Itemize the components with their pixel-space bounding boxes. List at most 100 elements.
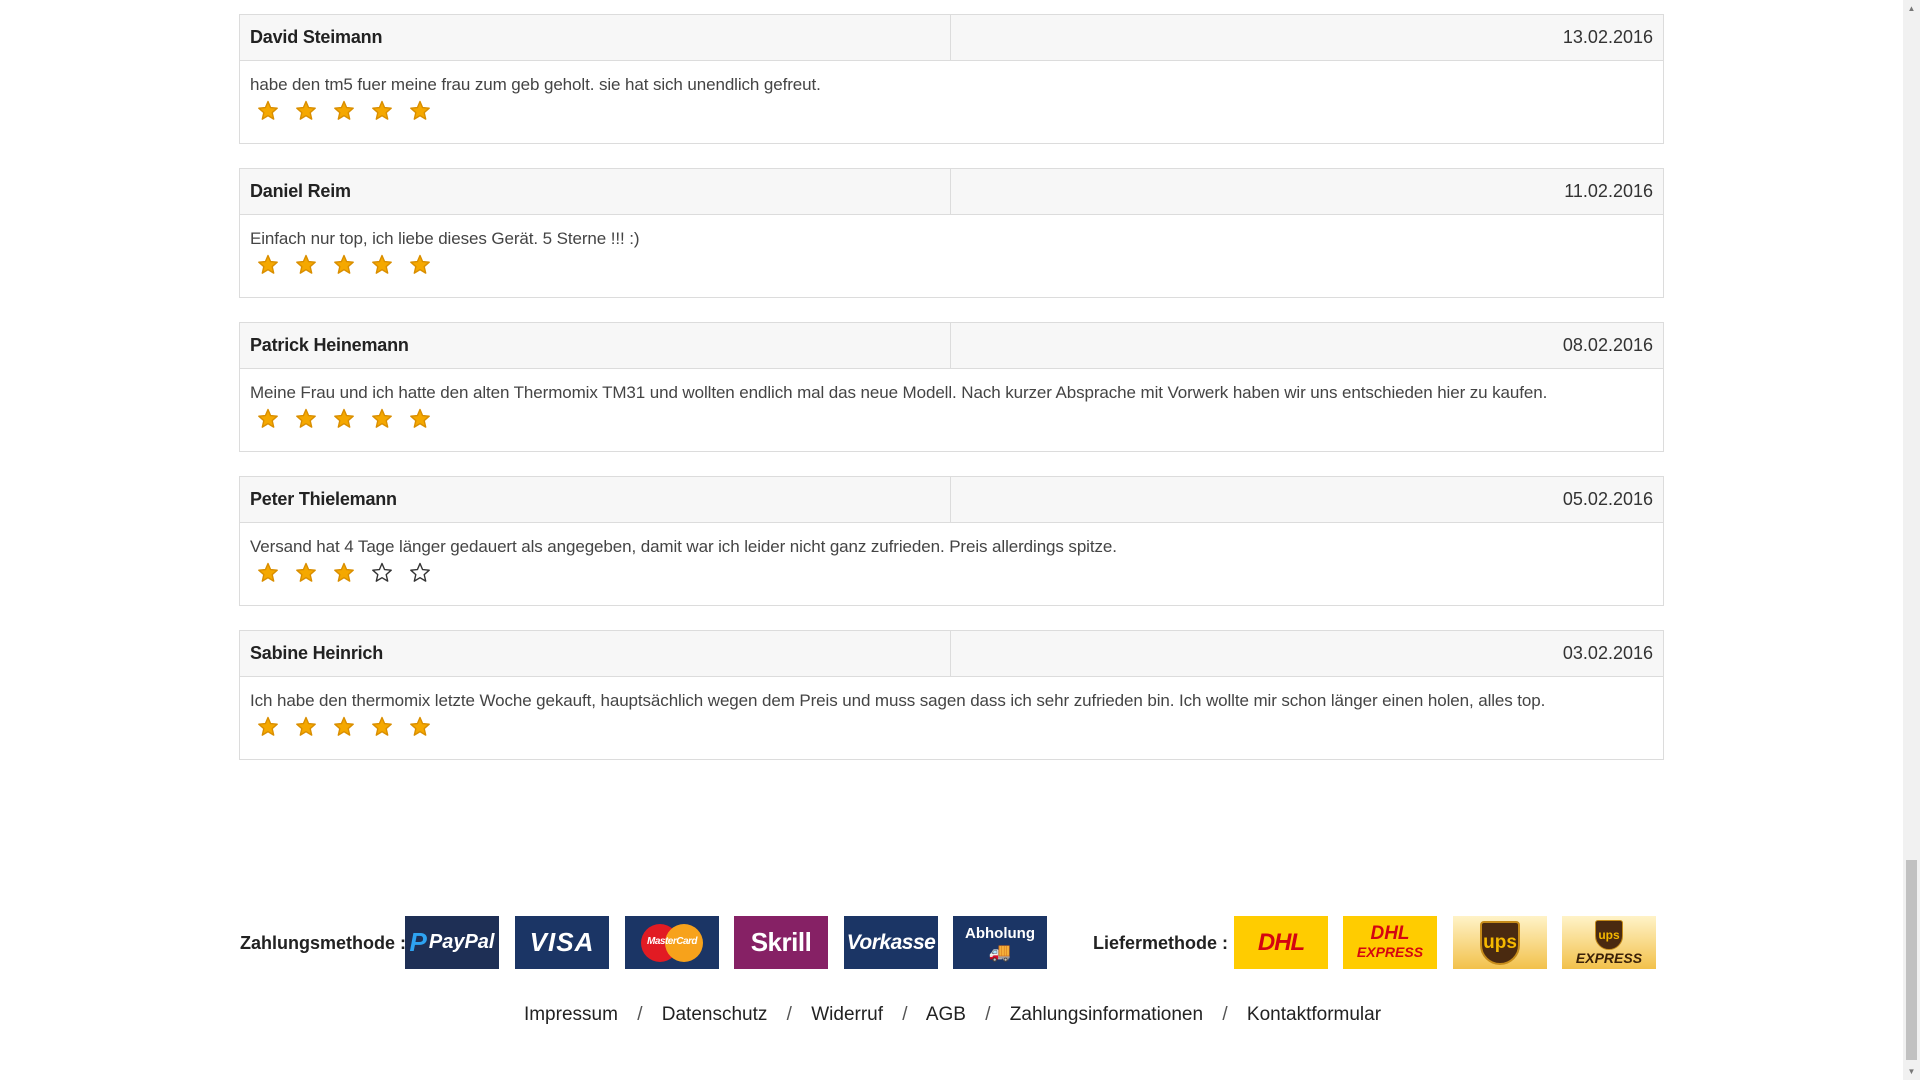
star-filled-icon xyxy=(332,253,356,277)
star-filled-icon xyxy=(370,99,394,123)
star-empty-icon xyxy=(408,561,432,585)
review-author: Peter Thielemann xyxy=(240,477,951,522)
review-text: Ich habe den thermomix letzte Woche geka… xyxy=(250,691,1546,710)
ups-shield-icon: ups xyxy=(1480,920,1520,965)
star-rating xyxy=(250,253,1653,277)
visa-logo: VISA xyxy=(515,916,609,969)
star-filled-icon xyxy=(256,99,280,123)
vorkasse-logo: Vorkasse xyxy=(844,916,938,969)
review-header: Sabine Heinrich 03.02.2016 xyxy=(240,631,1663,677)
footer-separator: / xyxy=(637,1004,643,1025)
star-filled-icon xyxy=(408,99,432,123)
review-body: Ich habe den thermomix letzte Woche geka… xyxy=(240,677,1663,739)
review-card: Patrick Heinemann 08.02.2016 Meine Frau … xyxy=(239,322,1664,452)
footer-link-widerruf[interactable]: Widerruf xyxy=(811,1004,883,1025)
review-body: Einfach nur top, ich liebe dieses Gerät.… xyxy=(240,215,1663,277)
star-rating xyxy=(250,561,1653,585)
star-filled-icon xyxy=(256,561,280,585)
dhl-logo: DHL xyxy=(1234,916,1328,969)
star-filled-icon xyxy=(294,253,318,277)
truck-icon: 🚚 xyxy=(988,942,1012,962)
review-author: Patrick Heinemann xyxy=(240,323,951,368)
star-empty-icon xyxy=(370,561,394,585)
skrill-logo: Skrill xyxy=(734,916,828,969)
mastercard-text: MasterCard xyxy=(646,935,698,947)
payment-shipping-row: Zahlungsmethode : P PayPal VISA MasterCa… xyxy=(240,916,1660,970)
footer-link-agb[interactable]: AGB xyxy=(926,1004,966,1025)
vertical-scrollbar[interactable]: ▲ ▼ xyxy=(1903,0,1920,1080)
reviews-list: David Steimann 13.02.2016 habe den tm5 f… xyxy=(239,14,1664,784)
review-text: Einfach nur top, ich liebe dieses Gerät.… xyxy=(250,229,640,248)
footer-separator: / xyxy=(1222,1004,1228,1025)
review-card: Daniel Reim 11.02.2016 Einfach nur top, … xyxy=(239,168,1664,298)
abholung-text: Abholung xyxy=(965,925,1035,942)
review-date: 05.02.2016 xyxy=(1562,489,1653,509)
review-date: 11.02.2016 xyxy=(1564,181,1653,201)
paypal-p-icon: P xyxy=(409,927,427,957)
star-filled-icon xyxy=(332,561,356,585)
page: David Steimann 13.02.2016 habe den tm5 f… xyxy=(0,0,1920,1080)
review-body: habe den tm5 fuer meine frau zum geb geh… xyxy=(240,61,1663,123)
star-filled-icon xyxy=(332,99,356,123)
star-filled-icon xyxy=(294,561,318,585)
review-card: Sabine Heinrich 03.02.2016 Ich habe den … xyxy=(239,630,1664,760)
review-text: habe den tm5 fuer meine frau zum geb geh… xyxy=(250,75,821,94)
star-filled-icon xyxy=(370,253,394,277)
star-filled-icon xyxy=(256,407,280,431)
review-header: Patrick Heinemann 08.02.2016 xyxy=(240,323,1663,369)
star-filled-icon xyxy=(294,99,318,123)
star-filled-icon xyxy=(370,407,394,431)
star-filled-icon xyxy=(408,407,432,431)
review-date: 03.02.2016 xyxy=(1562,643,1653,663)
star-rating xyxy=(250,715,1653,739)
review-header: David Steimann 13.02.2016 xyxy=(240,15,1663,61)
ups-logo: ups xyxy=(1453,916,1547,969)
footer-link-zahlungsinformationen[interactable]: Zahlungsinformationen xyxy=(1010,1004,1203,1025)
star-filled-icon xyxy=(294,715,318,739)
footer-link-datenschutz[interactable]: Datenschutz xyxy=(662,1004,768,1025)
review-card: David Steimann 13.02.2016 habe den tm5 f… xyxy=(239,14,1664,144)
star-filled-icon xyxy=(332,407,356,431)
star-filled-icon xyxy=(408,715,432,739)
footer-separator: / xyxy=(985,1004,991,1025)
dhl-express-top: DHL xyxy=(1370,922,1410,944)
paypal-logo: P PayPal xyxy=(405,916,499,969)
star-filled-icon xyxy=(256,253,280,277)
review-date: 08.02.2016 xyxy=(1562,335,1653,355)
review-card: Peter Thielemann 05.02.2016 Versand hat … xyxy=(239,476,1664,606)
dhl-express-logo: DHL EXPRESS xyxy=(1343,916,1437,969)
footer-link-impressum[interactable]: Impressum xyxy=(524,1004,618,1025)
star-filled-icon xyxy=(256,715,280,739)
payment-method-label: Zahlungsmethode : xyxy=(240,933,406,953)
ups-shield-icon: ups xyxy=(1595,919,1623,950)
paypal-text: PayPal xyxy=(428,931,495,953)
review-author: David Steimann xyxy=(240,15,951,60)
star-filled-icon xyxy=(294,407,318,431)
dhl-express-bottom: EXPRESS xyxy=(1356,943,1424,960)
star-filled-icon xyxy=(370,715,394,739)
scroll-up-arrow-icon[interactable]: ▲ xyxy=(1903,0,1920,17)
star-filled-icon xyxy=(332,715,356,739)
footer-links: Impressum / Datenschutz / Widerruf / AGB… xyxy=(0,1004,1905,1026)
ups-express-text: EXPRESS xyxy=(1575,949,1643,966)
mastercard-circles-icon: MasterCard xyxy=(641,923,703,962)
review-header: Peter Thielemann 05.02.2016 xyxy=(240,477,1663,523)
review-text: Versand hat 4 Tage länger gedauert als a… xyxy=(250,537,1117,556)
star-rating xyxy=(250,99,1653,123)
shipping-method-label: Liefermethode : xyxy=(1093,933,1229,953)
scroll-down-arrow-icon[interactable]: ▼ xyxy=(1903,1063,1920,1080)
footer-separator: / xyxy=(902,1004,908,1025)
ups-express-logo: ups EXPRESS xyxy=(1562,916,1656,969)
review-body: Meine Frau und ich hatte den alten Therm… xyxy=(240,369,1663,431)
review-author: Sabine Heinrich xyxy=(240,631,951,676)
review-body: Versand hat 4 Tage länger gedauert als a… xyxy=(240,523,1663,585)
abholung-logo: Abholung 🚚 xyxy=(953,916,1047,969)
review-text: Meine Frau und ich hatte den alten Therm… xyxy=(250,383,1548,402)
mastercard-logo: MasterCard xyxy=(625,916,719,969)
star-filled-icon xyxy=(408,253,432,277)
star-rating xyxy=(250,407,1653,431)
review-date: 13.02.2016 xyxy=(1562,27,1653,47)
footer-separator: / xyxy=(786,1004,792,1025)
footer-link-kontaktformular[interactable]: Kontaktformular xyxy=(1247,1004,1381,1025)
scrollbar-thumb[interactable] xyxy=(1906,860,1917,1060)
